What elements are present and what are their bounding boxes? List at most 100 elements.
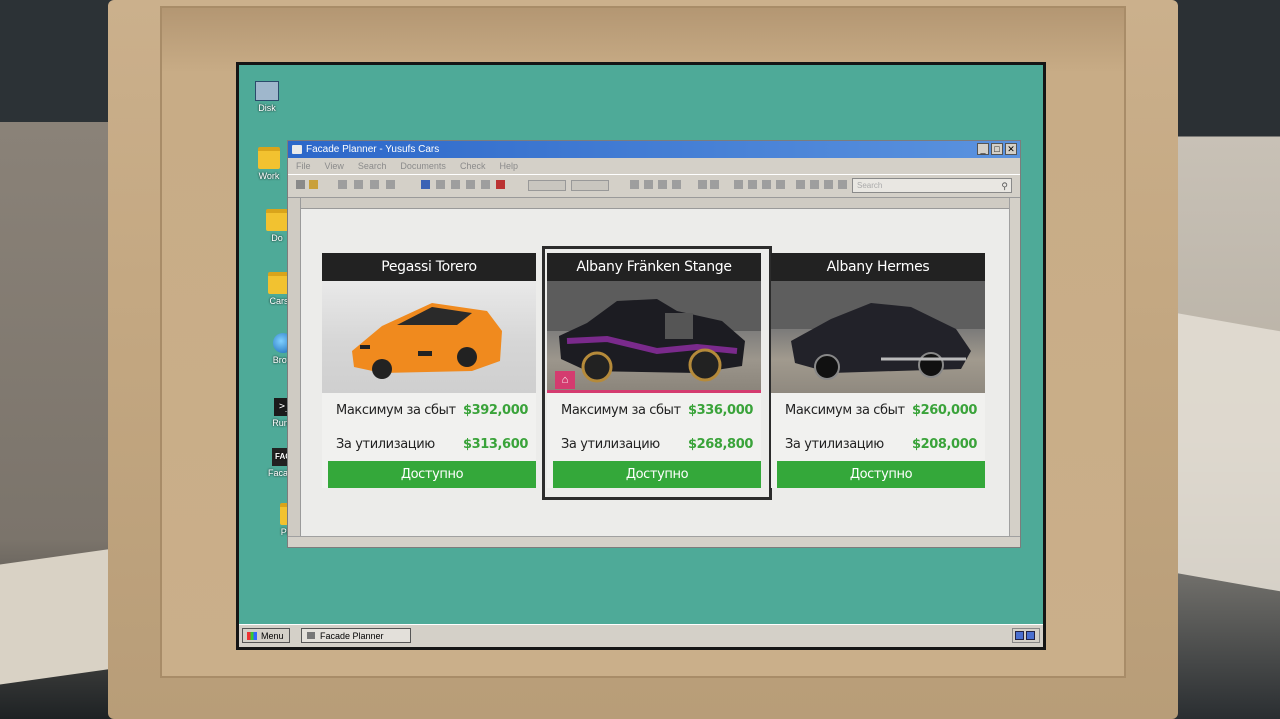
align-icon[interactable] [481, 180, 490, 189]
taskbar-item-facade-planner[interactable]: Facade Planner [301, 628, 411, 643]
vertical-ruler [288, 198, 301, 537]
list-icon[interactable] [776, 180, 785, 189]
scrap-value: $268,800 [687, 436, 753, 452]
start-logo-icon [247, 632, 257, 640]
folder-icon [258, 147, 280, 169]
network-icon[interactable] [1015, 631, 1024, 640]
accent-line [547, 390, 761, 393]
desktop-icon-disk[interactable]: Disk [243, 81, 291, 113]
menu-bar: File View Search Documents Check Help [288, 158, 1020, 174]
app-icon [292, 145, 302, 154]
car-wheel [688, 348, 722, 382]
desktop-icon-label: Cars [269, 296, 289, 306]
taskbar: Menu Facade Planner [239, 624, 1043, 647]
vehicle-image: ⌂ [547, 281, 761, 393]
align-icon[interactable] [421, 180, 430, 189]
align-icon[interactable] [451, 180, 460, 189]
list-icon[interactable] [734, 180, 743, 189]
record-icon[interactable] [496, 180, 505, 189]
bold-icon[interactable] [698, 180, 707, 189]
brush-icon[interactable] [386, 180, 395, 189]
scrap-row: За утилизацию $268,800 [547, 427, 761, 461]
car-wheel [581, 351, 613, 383]
search-icon[interactable]: ⚲ [1001, 180, 1008, 193]
car-wheel [372, 359, 392, 379]
search-input[interactable]: Search ⚲ [852, 178, 1012, 193]
italic-icon[interactable] [710, 180, 719, 189]
car-grille [665, 313, 693, 339]
indent-icon[interactable] [630, 180, 639, 189]
menu-check[interactable]: Check [460, 158, 486, 174]
folder-icon [266, 209, 288, 231]
scrap-label: За утилизацию [561, 436, 660, 452]
menu-view[interactable]: View [325, 158, 344, 174]
window-title: Facade Planner - Yusufs Cars [306, 144, 440, 155]
vehicle-card[interactable]: Albany Fränken Stange ⌂ Максимум за сбыт [547, 253, 761, 488]
car-headlight [360, 345, 370, 349]
desktop-icon-work[interactable]: Work [245, 147, 293, 181]
indent-icon[interactable] [644, 180, 653, 189]
max-sell-label: Максимум за сбыт [785, 402, 905, 418]
scrap-row: За утилизацию $313,600 [322, 427, 536, 461]
display-icon[interactable] [1026, 631, 1035, 640]
text-align-icon[interactable] [810, 180, 819, 189]
text-align-icon[interactable] [796, 180, 805, 189]
menu-documents[interactable]: Documents [400, 158, 446, 174]
menu-search[interactable]: Search [358, 158, 387, 174]
vehicle-card[interactable]: Pegassi Torero Максимум за сбыт $392,000 [322, 253, 536, 488]
max-sell-row: Максимум за сбыт $336,000 [547, 393, 761, 427]
desktop-icon-label: Work [258, 171, 280, 181]
monitor-screen: Disk Work Do Cars Brow >_ Run.C FAC Faca… [236, 62, 1046, 650]
car-wheel [814, 354, 840, 380]
scrap-label: За утилизацию [336, 436, 435, 452]
copy-icon[interactable] [354, 180, 363, 189]
menu-help[interactable]: Help [499, 158, 518, 174]
max-sell-value: $260,000 [911, 402, 977, 418]
indent-icon[interactable] [672, 180, 681, 189]
max-sell-label: Максимум за сбыт [561, 402, 681, 418]
available-button[interactable]: Доступно [777, 461, 985, 488]
list-icon[interactable] [748, 180, 757, 189]
max-sell-row: Максимум за сбыт $260,000 [771, 393, 985, 427]
search-placeholder: Search [857, 181, 883, 190]
vehicle-image [322, 281, 536, 393]
size-dropdown[interactable] [571, 180, 609, 191]
toolbar: Search ⚲ [288, 174, 1020, 198]
cut-icon[interactable] [338, 180, 347, 189]
available-button[interactable]: Доступно [553, 461, 761, 488]
taskbar-item-label: Facade Planner [320, 631, 384, 641]
minimize-button[interactable]: _ [977, 143, 989, 155]
scrap-value: $313,600 [462, 436, 528, 452]
indent-icon[interactable] [658, 180, 667, 189]
text-align-icon[interactable] [824, 180, 833, 189]
vehicle-card[interactable]: Albany Hermes Максимум за сбыт $260,000 [771, 253, 985, 488]
maximize-button[interactable]: □ [991, 143, 1003, 155]
vehicle-name: Pegassi Torero [322, 253, 536, 281]
new-file-icon[interactable] [296, 180, 305, 189]
car-wheel [918, 352, 944, 378]
close-button[interactable]: ✕ [1005, 143, 1017, 155]
align-icon[interactable] [436, 180, 445, 189]
horizontal-scrollbar[interactable] [288, 536, 1020, 547]
available-button[interactable]: Доступно [328, 461, 536, 488]
vehicle-name: Albany Fränken Stange [547, 253, 761, 281]
window-titlebar[interactable]: Facade Planner - Yusufs Cars _ □ ✕ [288, 141, 1020, 158]
max-sell-row: Максимум за сбыт $392,000 [322, 393, 536, 427]
max-sell-label: Максимум за сбыт [336, 402, 456, 418]
text-align-icon[interactable] [838, 180, 847, 189]
open-folder-icon[interactable] [309, 180, 318, 189]
vehicle-image [771, 281, 985, 393]
menu-file[interactable]: File [296, 158, 311, 174]
list-icon[interactable] [762, 180, 771, 189]
start-menu-button[interactable]: Menu [242, 628, 290, 643]
font-dropdown[interactable] [528, 180, 566, 191]
desktop-icon-label: Disk [258, 103, 276, 113]
vertical-scrollbar[interactable] [1009, 198, 1020, 537]
paste-icon[interactable] [370, 180, 379, 189]
horizontal-ruler [300, 198, 1020, 209]
max-sell-value: $392,000 [462, 402, 528, 418]
scrap-value: $208,000 [911, 436, 977, 452]
desktop-icon-label: Do [271, 233, 283, 243]
align-icon[interactable] [466, 180, 475, 189]
facade-planner-window: Facade Planner - Yusufs Cars _ □ ✕ File … [287, 140, 1021, 548]
